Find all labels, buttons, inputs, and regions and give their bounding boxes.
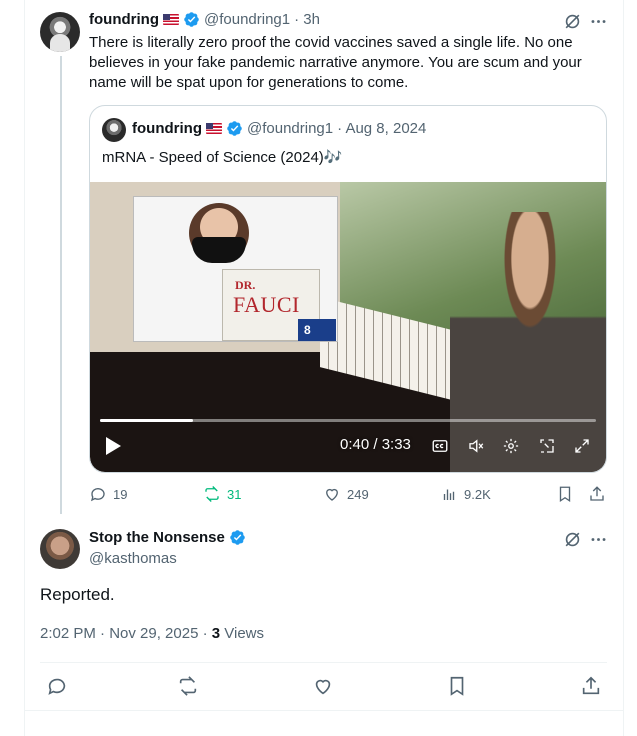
sign-name: FAUCI bbox=[233, 292, 300, 317]
verified-badge-icon bbox=[229, 529, 246, 546]
quoted-author-handle[interactable]: @foundring1 bbox=[247, 120, 333, 137]
author-name[interactable]: foundring bbox=[89, 11, 159, 28]
share-icon bbox=[590, 486, 604, 501]
views-button[interactable]: 9.2K bbox=[440, 485, 491, 503]
bookmark-button[interactable] bbox=[446, 675, 468, 697]
like-button[interactable]: 249 bbox=[323, 485, 369, 503]
reply-header: Stop the Nonsense bbox=[89, 529, 246, 546]
divider bbox=[24, 710, 624, 711]
more-options-icon[interactable] bbox=[588, 11, 608, 31]
repost-count: 31 bbox=[227, 486, 242, 502]
verified-badge-icon bbox=[183, 11, 200, 28]
like-count: 249 bbox=[347, 486, 369, 502]
post-text: There is literally zero proof the covid … bbox=[89, 34, 582, 91]
video-time: 0:40 / 3:33 bbox=[340, 436, 411, 453]
more-options-icon[interactable] bbox=[588, 529, 608, 549]
settings-gear-icon[interactable] bbox=[501, 436, 521, 456]
video-progress-fill bbox=[100, 419, 194, 422]
reply-timestamp[interactable]: 2:02 PM · Nov 29, 2025 · bbox=[40, 625, 212, 642]
repost-button[interactable] bbox=[177, 675, 199, 697]
avatar[interactable] bbox=[40, 529, 80, 569]
divider bbox=[40, 662, 607, 663]
quoted-post-date[interactable]: · Aug 8, 2024 bbox=[337, 120, 426, 137]
post-header: foundring @foundring1 · 3h bbox=[89, 11, 320, 28]
picture-in-picture-icon[interactable] bbox=[537, 436, 557, 456]
us-flag-icon bbox=[205, 123, 222, 134]
reply-meta: 2:02 PM · Nov 29, 2025 · 3 Views bbox=[40, 625, 264, 642]
bookmark-icon bbox=[559, 486, 571, 503]
captions-icon[interactable] bbox=[430, 436, 450, 456]
repost-icon bbox=[205, 486, 219, 502]
quoted-post-text: mRNA - Speed of Science (2024)🎶 bbox=[102, 149, 343, 166]
heart-icon bbox=[326, 488, 338, 501]
thread-connector-line bbox=[60, 56, 62, 514]
mute-icon[interactable] bbox=[466, 436, 486, 456]
analytics-icon bbox=[443, 489, 455, 500]
play-icon[interactable] bbox=[104, 436, 122, 456]
grok-icon[interactable] bbox=[562, 11, 582, 31]
post-action-bar: 19 31 249 9.2K bbox=[89, 485, 609, 507]
reply-count: 19 bbox=[113, 486, 128, 502]
like-button[interactable] bbox=[312, 675, 334, 697]
quoted-post-card[interactable]: foundring @foundring1 · Aug 8, 2024 mRNA… bbox=[89, 105, 607, 473]
reply-handle-row: @kasthomas bbox=[89, 550, 177, 567]
tv-station-logo: 8 bbox=[298, 319, 336, 341]
verified-badge-icon bbox=[226, 120, 243, 137]
bookmark-icon bbox=[450, 676, 464, 696]
heart-icon bbox=[315, 679, 331, 695]
reply-view-count: 3 bbox=[211, 625, 221, 642]
quoted-author-name[interactable]: foundring bbox=[132, 120, 202, 137]
quoted-header: foundring @foundring1 · Aug 8, 2024 bbox=[132, 120, 426, 137]
video-player[interactable]: DR. FAUCI 8 0:40 / 3:33 bbox=[90, 182, 606, 472]
bookmark-button[interactable] bbox=[556, 485, 574, 503]
us-flag-icon bbox=[162, 14, 179, 25]
post-time[interactable]: · 3h bbox=[294, 11, 320, 28]
author-handle[interactable]: @foundring1 bbox=[204, 11, 290, 28]
reply-views-label: Views bbox=[220, 625, 265, 642]
reply-author-handle[interactable]: @kasthomas bbox=[89, 550, 177, 567]
share-button[interactable] bbox=[580, 675, 602, 697]
repost-button[interactable]: 31 bbox=[203, 485, 241, 503]
share-icon bbox=[582, 676, 600, 695]
avatar[interactable] bbox=[40, 12, 80, 52]
reply-icon bbox=[48, 678, 66, 695]
share-button[interactable] bbox=[588, 485, 606, 503]
grok-icon[interactable] bbox=[562, 529, 582, 549]
reply-action-bar bbox=[40, 675, 607, 699]
sign-prefix: DR. bbox=[235, 278, 256, 292]
reply-icon bbox=[90, 488, 105, 502]
repost-icon bbox=[179, 676, 197, 696]
reply-author-name[interactable]: Stop the Nonsense bbox=[89, 529, 225, 546]
reply-button[interactable]: 19 bbox=[89, 485, 127, 503]
view-count: 9.2K bbox=[464, 486, 491, 502]
video-inset-clip: DR. FAUCI 8 bbox=[133, 196, 338, 342]
fullscreen-icon[interactable] bbox=[572, 436, 592, 456]
reply-button[interactable] bbox=[46, 675, 68, 697]
reply-text: Reported. bbox=[40, 585, 115, 604]
quoted-avatar[interactable] bbox=[102, 118, 126, 142]
video-progress-bar[interactable] bbox=[100, 419, 596, 422]
video-controls: 0:40 / 3:33 bbox=[90, 430, 606, 464]
inset-face-mask bbox=[192, 237, 246, 263]
